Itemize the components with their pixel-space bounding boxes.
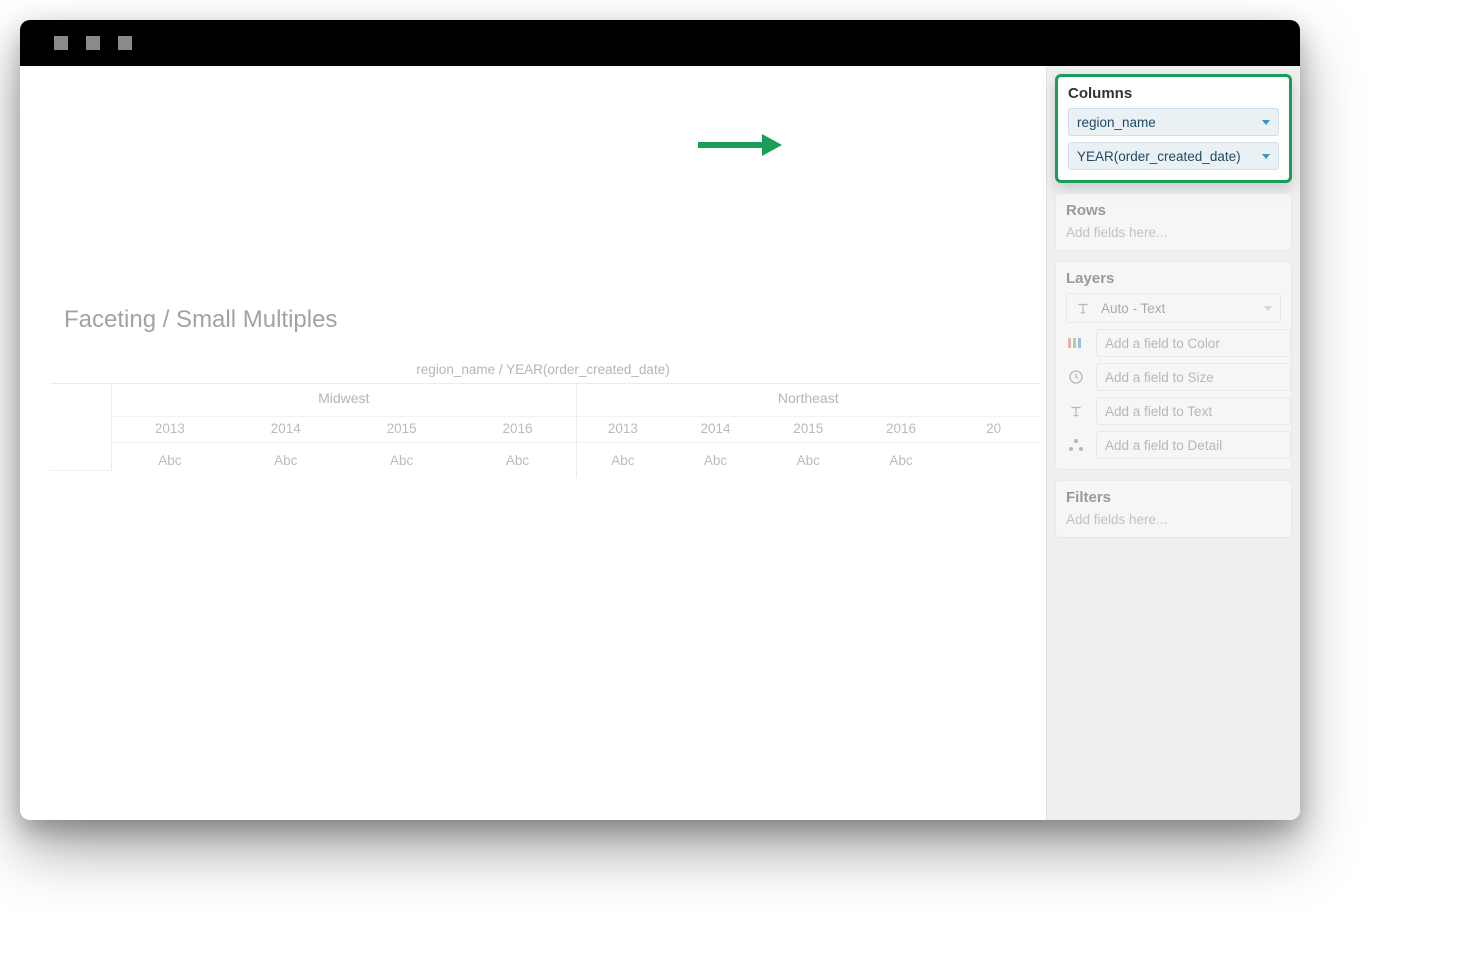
cell-value: Abc [112,449,228,472]
window-button[interactable] [54,36,68,50]
sidebar: Columns region_name YEAR(order_created_da… [1046,66,1300,820]
cell-value: Abc [228,449,344,472]
year-header: 2016 [460,417,576,442]
size-icon [1066,367,1086,387]
titlebar [20,20,1300,66]
content: Faceting / Small Multiples region_name /… [20,66,1300,820]
canvas-area: Faceting / Small Multiples region_name /… [20,66,1046,820]
year-header: 2013 [577,417,670,442]
text-icon [1073,298,1093,318]
color-icon [1066,333,1086,353]
cell-value: Abc [669,449,762,472]
layer-type-select[interactable]: Auto - Text [1066,293,1281,323]
cell-value: Abc [344,449,460,472]
layers-title: Layers [1066,270,1281,287]
cell-value: Abc [577,449,670,472]
layer-field-row [1066,397,1281,425]
rows-panel[interactable]: Rows Add fields here... [1055,193,1292,251]
layer-field-input-detail[interactable] [1096,431,1291,459]
column-pill[interactable]: region_name [1068,108,1279,136]
year-header: 2016 [855,417,948,442]
columns-title: Columns [1068,85,1279,102]
filters-placeholder: Add fields here... [1066,512,1281,527]
year-header: 2014 [669,417,762,442]
chevron-down-icon [1262,154,1270,159]
axis-header: region_name / YEAR(order_created_date) [40,362,1046,377]
facet-name: Midwest [112,384,576,417]
window-button[interactable] [118,36,132,50]
layer-field-input-color[interactable] [1096,329,1291,357]
cell-value: Abc [762,449,855,472]
facet-column: Midwest2013201420152016AbcAbcAbcAbc [112,384,577,478]
layer-type-label: Auto - Text [1101,301,1165,316]
facet-column: Northeast201320142015201620AbcAbcAbcAbc [577,384,1041,478]
chevron-down-icon [1264,306,1272,311]
layer-field-row [1066,363,1281,391]
rows-title: Rows [1066,202,1281,219]
filters-panel[interactable]: Filters Add fields here... [1055,480,1292,538]
pill-label: YEAR(order_created_date) [1077,149,1241,164]
chart-title: Faceting / Small Multiples [40,306,1046,334]
cell-value: Abc [460,449,576,472]
year-header: 20 [947,417,1040,442]
chevron-down-icon [1262,120,1270,125]
year-header: 2014 [228,417,344,442]
layer-field-input-text[interactable] [1096,397,1291,425]
window-button[interactable] [86,36,100,50]
layers-panel: Layers Auto - Text [1055,261,1292,470]
pill-label: region_name [1077,115,1156,130]
layer-field-row [1066,431,1281,459]
rows-placeholder: Add fields here... [1066,225,1281,240]
detail-icon [1066,435,1086,455]
filters-title: Filters [1066,489,1281,506]
year-header: 2015 [344,417,460,442]
layer-field-row [1066,329,1281,357]
layer-field-input-size[interactable] [1096,363,1291,391]
cell-value: Abc [855,449,948,472]
columns-panel: Columns region_name YEAR(order_created_da… [1055,74,1292,183]
year-header: 2013 [112,417,228,442]
text-icon [1066,401,1086,421]
facet-name: Northeast [577,384,1041,417]
year-header: 2015 [762,417,855,442]
app-window: Faceting / Small Multiples region_name /… [20,20,1300,820]
column-pill[interactable]: YEAR(order_created_date) [1068,142,1279,170]
